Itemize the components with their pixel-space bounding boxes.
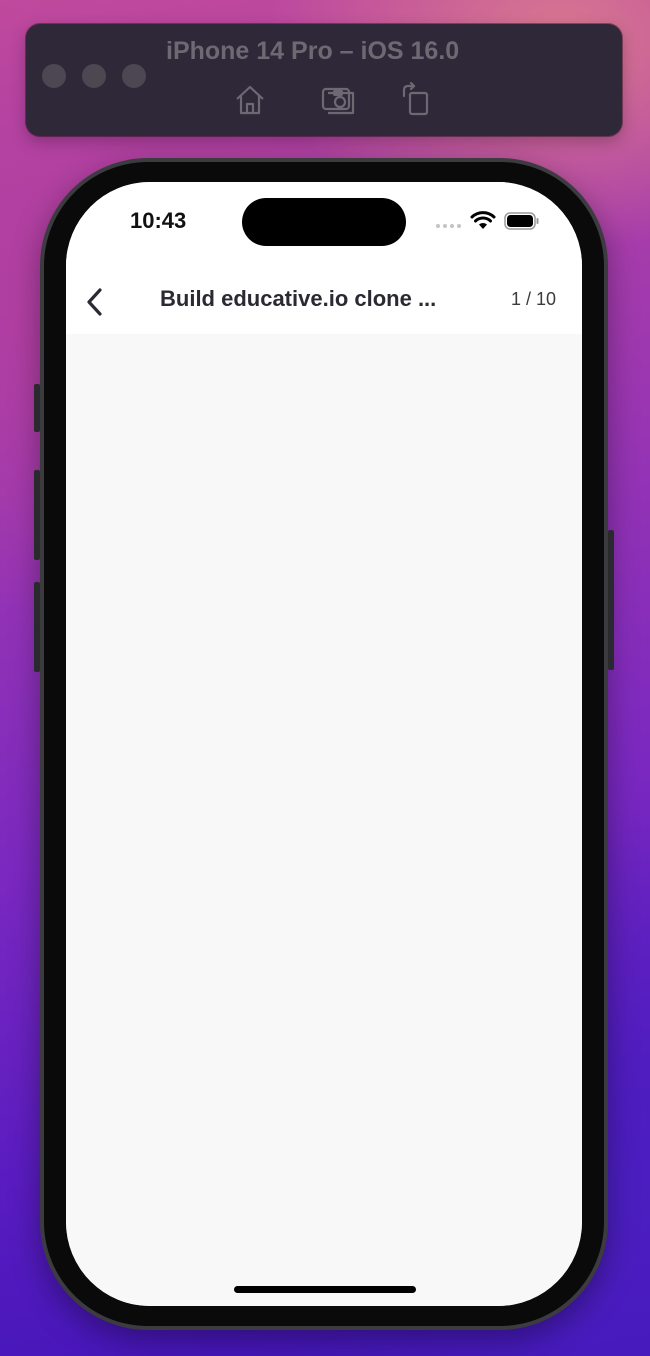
- simulator-title-bar: iPhone 14 Pro – iOS 16.0: [26, 24, 622, 136]
- dynamic-island: [242, 198, 406, 246]
- cellular-signal-icon: [436, 223, 462, 229]
- page-counter: 1 / 10: [510, 289, 556, 309]
- home-icon[interactable]: [232, 82, 268, 118]
- window-zoom-button[interactable]: [122, 64, 146, 88]
- home-indicator[interactable]: [234, 1286, 416, 1293]
- power-button: [608, 530, 614, 670]
- window-minimize-button[interactable]: [82, 64, 106, 88]
- simulator-title: iPhone 14 Pro – iOS 16.0: [166, 37, 460, 65]
- volume-down-button: [34, 582, 40, 672]
- phone-screen: 10:43 Build educative.io clone ... 1 / 1…: [66, 182, 582, 1306]
- status-time: 10:43: [130, 208, 187, 233]
- window-close-button[interactable]: [42, 64, 66, 88]
- wifi-icon: [470, 210, 496, 232]
- volume-up-button: [34, 470, 40, 560]
- screenshot-icon[interactable]: [320, 82, 356, 118]
- back-button[interactable]: [80, 282, 110, 322]
- battery-icon: [504, 211, 540, 231]
- navigation-bar: Build educative.io clone ... 1 / 10: [66, 274, 582, 334]
- content-area[interactable]: [66, 334, 582, 1306]
- rotate-icon[interactable]: [398, 81, 434, 118]
- page-title: Build educative.io clone ...: [160, 286, 437, 311]
- status-and-nav-area: 10:43 Build educative.io clone ... 1 / 1…: [66, 182, 582, 334]
- chevron-left-icon: [87, 288, 102, 316]
- mute-switch: [34, 384, 40, 432]
